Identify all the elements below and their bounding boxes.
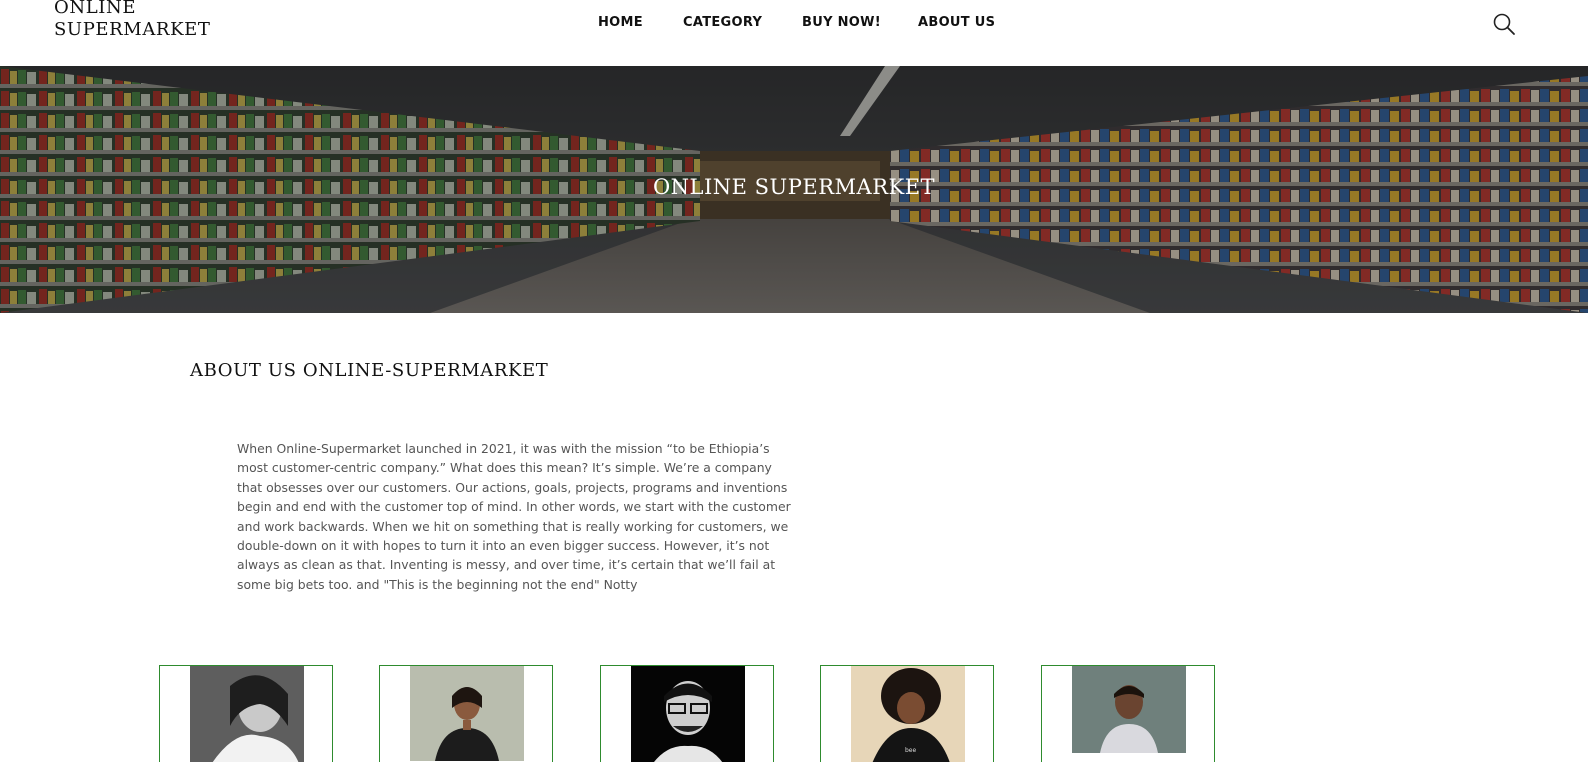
team-member-photo	[190, 666, 304, 762]
nav-about-us[interactable]: ABOUT US	[918, 15, 995, 30]
nav-buy-now[interactable]: BUY NOW!	[802, 15, 881, 30]
svg-text:bee: bee	[905, 747, 917, 754]
team-member-photo: bee	[851, 666, 965, 762]
team-member-photo	[1072, 666, 1186, 753]
team-card[interactable]	[1041, 665, 1215, 762]
team-card[interactable]: bee	[820, 665, 994, 762]
site-header: ONLINE SUPERMARKET HOME CATEGORY BUY NOW…	[0, 0, 1588, 66]
hero-banner: ONLINE SUPERMARKET	[0, 66, 1588, 313]
about-heading: ABOUT US ONLINE-SUPERMARKET	[190, 360, 549, 381]
team-card[interactable]	[159, 665, 333, 762]
team-card[interactable]	[600, 665, 774, 762]
nav-home[interactable]: HOME	[598, 15, 643, 30]
team-member-photo	[410, 666, 524, 761]
search-icon[interactable]	[1492, 12, 1516, 36]
nav-category[interactable]: CATEGORY	[683, 15, 762, 30]
about-paragraph: When Online-Supermarket launched in 2021…	[237, 441, 791, 592]
team-member-photo	[631, 666, 745, 762]
team-card[interactable]	[379, 665, 553, 762]
main-nav: HOME CATEGORY BUY NOW! ABOUT US	[0, 15, 1588, 31]
hero-title: ONLINE SUPERMARKET	[652, 175, 936, 199]
